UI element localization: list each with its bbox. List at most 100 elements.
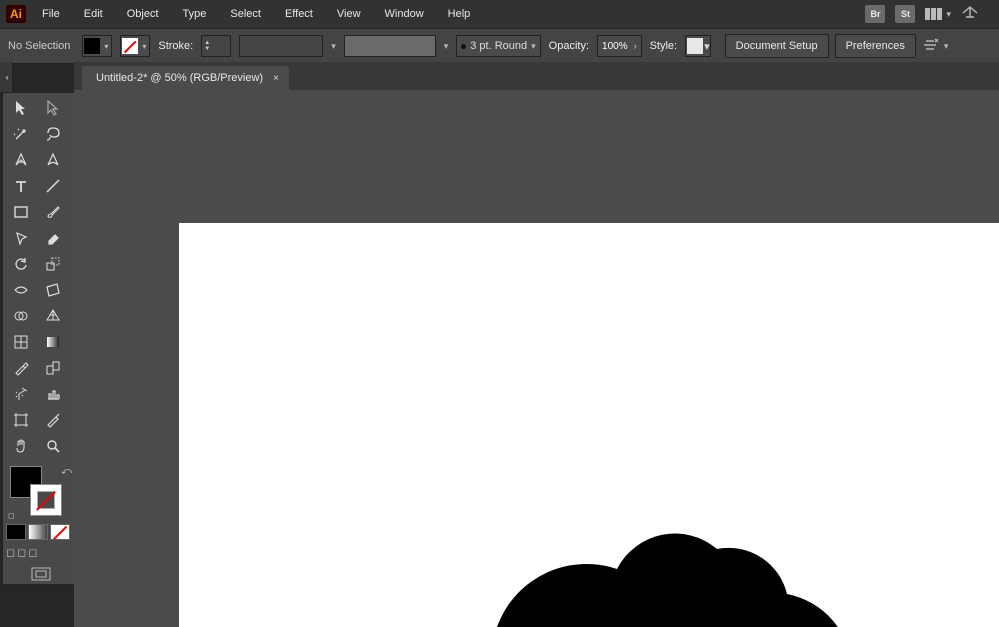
document-tab-title: Untitled-2* @ 50% (RGB/Preview) bbox=[96, 72, 263, 84]
menubar-right: Br St ▾ bbox=[865, 5, 999, 24]
stroke-weight-stepper[interactable]: ▲▼ bbox=[201, 35, 231, 57]
align-to-button[interactable] bbox=[922, 38, 938, 55]
artboard-tool[interactable] bbox=[6, 408, 36, 432]
selection-tool[interactable] bbox=[6, 96, 36, 120]
blend-tool[interactable] bbox=[38, 356, 68, 380]
selection-state-label: No Selection bbox=[8, 40, 74, 52]
menu-effect[interactable]: Effect bbox=[277, 5, 321, 23]
arrange-documents-button[interactable]: ▾ bbox=[925, 8, 951, 20]
arrange-documents-icon bbox=[925, 8, 942, 20]
rectangle-tool[interactable] bbox=[6, 200, 36, 224]
zoom-tool[interactable] bbox=[38, 434, 68, 458]
free-transform-tool[interactable] bbox=[38, 278, 68, 302]
paintbrush-tool[interactable] bbox=[38, 200, 68, 224]
column-graph-tool[interactable] bbox=[38, 382, 68, 406]
brush-definition-dropdown[interactable]: 3 pt. Round ▾ bbox=[456, 35, 540, 57]
opacity-field[interactable]: 100% › bbox=[597, 35, 642, 57]
pen-tool[interactable] bbox=[6, 148, 36, 172]
document-setup-button[interactable]: Document Setup bbox=[725, 34, 829, 58]
width-tool[interactable] bbox=[6, 278, 36, 302]
rotate-tool[interactable] bbox=[6, 252, 36, 276]
brush-preview[interactable] bbox=[344, 35, 436, 57]
slice-tool[interactable] bbox=[38, 408, 68, 432]
align-icon bbox=[922, 38, 938, 52]
opacity-value: 100% bbox=[602, 41, 628, 52]
scale-tool[interactable] bbox=[38, 252, 68, 276]
menu-help[interactable]: Help bbox=[440, 5, 479, 23]
stroke-color-dropdown[interactable]: ▾ bbox=[120, 35, 150, 57]
screen-mode-button[interactable] bbox=[6, 567, 76, 581]
perspective-grid-tool[interactable] bbox=[38, 304, 68, 328]
chevron-down-icon: ▾ bbox=[101, 42, 111, 51]
line-segment-tool[interactable] bbox=[38, 174, 68, 198]
tools-panel: ⤺ ◻ ◻ ◻ ◻ bbox=[2, 92, 80, 585]
chevron-down-icon: ▾ bbox=[444, 41, 449, 52]
eraser-tool[interactable] bbox=[38, 226, 68, 250]
menu-edit[interactable]: Edit bbox=[76, 5, 111, 23]
style-swatch-icon bbox=[687, 38, 703, 54]
shape-builder-tool[interactable] bbox=[6, 304, 36, 328]
menu-view[interactable]: View bbox=[329, 5, 369, 23]
app-logo: Ai bbox=[6, 5, 26, 23]
symbol-sprayer-tool[interactable] bbox=[6, 382, 36, 406]
opacity-label: Opacity: bbox=[549, 40, 589, 52]
stroke-swatch[interactable] bbox=[30, 484, 62, 516]
chevron-right-icon: › bbox=[634, 41, 637, 51]
menu-file[interactable]: File bbox=[34, 5, 68, 23]
mesh-tool[interactable] bbox=[6, 330, 36, 354]
gradient-tool[interactable] bbox=[38, 330, 68, 354]
workspace[interactable] bbox=[74, 90, 999, 627]
style-label: Style: bbox=[650, 40, 678, 52]
document-tab[interactable]: Untitled-2* @ 50% (RGB/Preview) × bbox=[82, 66, 289, 90]
type-tool[interactable] bbox=[6, 174, 36, 198]
cloud-shape[interactable] bbox=[487, 504, 857, 627]
brush-definition-label: 3 pt. Round bbox=[470, 40, 527, 52]
panel-collapse-strip[interactable]: ‹‹ bbox=[0, 62, 13, 92]
eyedropper-tool[interactable] bbox=[6, 356, 36, 380]
fill-stroke-control[interactable]: ⤺ ◻ bbox=[6, 464, 76, 520]
fill-color-dropdown[interactable]: ▾ bbox=[82, 35, 112, 57]
artboard[interactable] bbox=[178, 222, 999, 627]
hand-tool[interactable] bbox=[6, 434, 36, 458]
color-mode-solid[interactable] bbox=[6, 524, 26, 540]
preferences-button[interactable]: Preferences bbox=[835, 34, 916, 58]
swap-fill-stroke-icon[interactable]: ⤺ bbox=[61, 466, 72, 477]
draw-behind-icon[interactable]: ◻ bbox=[17, 546, 26, 559]
control-bar: No Selection ▾ ▾ Stroke: ▲▼ ▾ ▾ 3 pt. Ro… bbox=[0, 28, 999, 64]
direct-selection-tool[interactable] bbox=[38, 96, 68, 120]
graphic-style-dropdown[interactable]: ▾ bbox=[685, 35, 711, 57]
chevron-down-icon: ▾ bbox=[139, 42, 149, 51]
fill-swatch-icon bbox=[84, 38, 100, 54]
chevron-down-icon: ▾ bbox=[531, 41, 536, 52]
document-tab-strip: Untitled-2* @ 50% (RGB/Preview) × bbox=[74, 62, 999, 91]
draw-modes-row: ◻ ◻ ◻ bbox=[6, 546, 76, 559]
gpu-preview-icon bbox=[961, 5, 979, 21]
close-tab-button[interactable]: × bbox=[273, 73, 279, 84]
bridge-button[interactable]: Br bbox=[865, 5, 885, 23]
menu-select[interactable]: Select bbox=[222, 5, 269, 23]
chevron-down-icon: ▾ bbox=[946, 9, 951, 20]
menu-window[interactable]: Window bbox=[377, 5, 432, 23]
chevron-down-icon: ▾ bbox=[944, 41, 949, 52]
magic-wand-tool[interactable] bbox=[6, 122, 36, 146]
color-mode-row bbox=[6, 524, 76, 540]
draw-normal-icon[interactable]: ◻ bbox=[6, 546, 15, 559]
menu-type[interactable]: Type bbox=[175, 5, 215, 23]
menu-object[interactable]: Object bbox=[119, 5, 167, 23]
color-mode-none[interactable] bbox=[50, 524, 70, 540]
default-fill-stroke-icon[interactable]: ◻ bbox=[8, 511, 15, 520]
collapse-handle-icon: ‹‹ bbox=[5, 73, 6, 82]
chevron-down-icon: ▾ bbox=[331, 41, 336, 52]
menu-bar: Ai File Edit Object Type Select Effect V… bbox=[0, 0, 999, 28]
chevron-down-icon: ▾ bbox=[704, 40, 710, 53]
stepper-arrows-icon: ▲▼ bbox=[202, 40, 212, 52]
curvature-tool[interactable] bbox=[38, 148, 68, 172]
variable-width-profile-dropdown[interactable] bbox=[239, 35, 323, 57]
color-mode-gradient[interactable] bbox=[28, 524, 48, 540]
brush-dot-icon bbox=[461, 44, 466, 49]
gpu-preview-button[interactable] bbox=[961, 5, 979, 24]
stock-button[interactable]: St bbox=[895, 5, 915, 23]
lasso-tool[interactable] bbox=[38, 122, 68, 146]
draw-inside-icon[interactable]: ◻ bbox=[28, 546, 37, 559]
shaper-tool[interactable] bbox=[6, 226, 36, 250]
